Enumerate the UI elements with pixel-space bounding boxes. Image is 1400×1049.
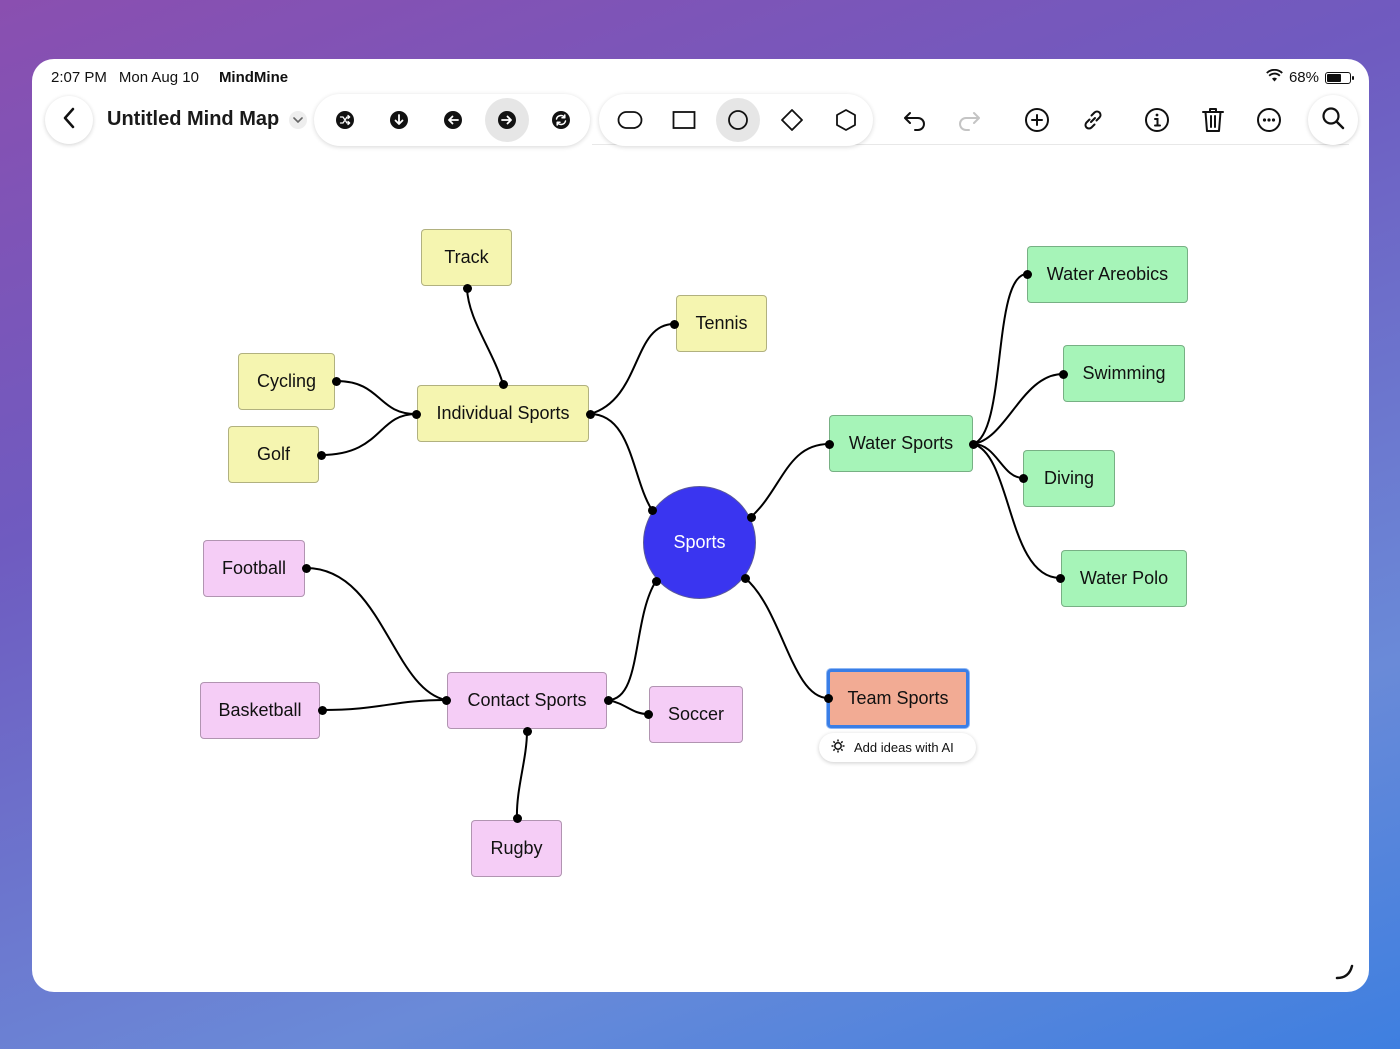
document-title-menu[interactable]: Untitled Mind Map: [107, 108, 308, 131]
edge-water-swimming: [972, 373, 1064, 445]
info-icon[interactable]: [1135, 98, 1179, 142]
edge-water-areobics: [972, 273, 1028, 445]
app-window: Track Tennis Cycling Golf Individual Spo…: [32, 59, 1369, 992]
back-button[interactable]: [45, 96, 93, 144]
connector-dot[interactable]: [823, 693, 833, 703]
undo-icon[interactable]: [893, 98, 937, 142]
node-basketball[interactable]: Basketball: [200, 682, 320, 739]
hexagon-shape-icon[interactable]: [824, 98, 868, 142]
node-water-areobics[interactable]: Water Areobics: [1027, 246, 1188, 303]
connector-dot[interactable]: [441, 695, 451, 705]
connector-dot[interactable]: [498, 379, 508, 389]
connector-dot[interactable]: [1018, 473, 1028, 483]
node-football[interactable]: Football: [203, 540, 305, 597]
status-date: Mon Aug 10: [118, 69, 199, 86]
edge-contact-basketball: [321, 699, 447, 711]
more-icon[interactable]: [1247, 98, 1291, 142]
diamond-shape-icon[interactable]: [770, 98, 814, 142]
battery-fill: [1327, 73, 1342, 82]
add-ideas-ai-label: Add ideas with AI: [854, 740, 954, 755]
rounded-rect-shape-icon[interactable]: [608, 98, 652, 142]
connector-dot[interactable]: [462, 283, 472, 293]
battery-percent: 68%: [1288, 69, 1319, 86]
node-water-polo[interactable]: Water Polo: [1061, 550, 1187, 607]
edge-individual-track: [466, 287, 504, 385]
circle-shape-icon[interactable]: [716, 98, 760, 142]
history-group: [893, 98, 991, 142]
connector-dot[interactable]: [316, 450, 326, 460]
edge-contact-rugby: [515, 730, 528, 819]
chevron-left-icon: [62, 107, 76, 134]
chevron-down-icon[interactable]: [289, 110, 308, 129]
refresh-icon[interactable]: [539, 98, 583, 142]
link-icon[interactable]: [1071, 98, 1115, 142]
connector-dot[interactable]: [1058, 369, 1068, 379]
search-button[interactable]: [1308, 95, 1358, 145]
status-app-name: MindMine: [218, 69, 289, 86]
edge-contact-football: [305, 567, 447, 701]
layout-direction-group: [314, 94, 590, 146]
node-golf[interactable]: Golf: [228, 426, 319, 483]
edge-sports-contact: [607, 580, 657, 701]
add-icon[interactable]: [1015, 98, 1059, 142]
edge-sports-individual: [589, 413, 653, 511]
node-cycling[interactable]: Cycling: [238, 353, 335, 410]
connector-dot[interactable]: [331, 376, 341, 386]
node-shape-group: [599, 94, 873, 146]
arrow-down-icon[interactable]: [377, 98, 421, 142]
document-title[interactable]: Untitled Mind Map: [107, 108, 279, 131]
action-group: [1015, 98, 1291, 142]
connector-dot[interactable]: [746, 512, 756, 522]
node-soccer[interactable]: Soccer: [649, 686, 743, 743]
battery-icon: [1325, 71, 1354, 84]
status-bar: 2:07 PM Mon Aug 10 MindMine 68%: [32, 59, 1369, 95]
node-swimming[interactable]: Swimming: [1063, 345, 1185, 402]
connector-dot[interactable]: [512, 813, 522, 823]
connector-dot[interactable]: [647, 505, 657, 515]
connector-dot[interactable]: [643, 709, 653, 719]
connector-dot[interactable]: [669, 319, 679, 329]
edge-sports-water: [750, 443, 830, 518]
trash-icon[interactable]: [1191, 98, 1235, 142]
connector-dot[interactable]: [968, 439, 978, 449]
rectangle-shape-icon[interactable]: [662, 98, 706, 142]
redo-icon[interactable]: [947, 98, 991, 142]
sparkle-gear-icon: [830, 738, 846, 757]
arrow-left-icon[interactable]: [431, 98, 475, 142]
node-tennis[interactable]: Tennis: [676, 295, 767, 352]
connector-dot[interactable]: [522, 726, 532, 736]
node-team-sports[interactable]: Team Sports: [827, 669, 969, 728]
connector-dot[interactable]: [1055, 573, 1065, 583]
node-water-sports[interactable]: Water Sports: [829, 415, 973, 472]
connector-dot[interactable]: [1022, 269, 1032, 279]
add-ideas-ai-button[interactable]: Add ideas with AI: [819, 733, 976, 762]
connector-dot[interactable]: [740, 573, 750, 583]
search-icon: [1321, 106, 1345, 135]
node-diving[interactable]: Diving: [1023, 450, 1115, 507]
connector-dot[interactable]: [824, 439, 834, 449]
arrow-right-icon[interactable]: [485, 98, 529, 142]
edge-sports-team: [744, 577, 829, 699]
edge-contact-soccer: [607, 699, 649, 715]
shuffle-icon[interactable]: [323, 98, 367, 142]
mind-map-canvas[interactable]: Track Tennis Cycling Golf Individual Spo…: [32, 59, 1369, 992]
edge-individual-golf: [320, 413, 417, 456]
node-track[interactable]: Track: [421, 229, 512, 286]
connector-dot[interactable]: [651, 576, 661, 586]
resize-handle-icon[interactable]: [1335, 961, 1355, 986]
connector-dot[interactable]: [317, 705, 327, 715]
connector-dot[interactable]: [301, 563, 311, 573]
wifi-icon: [1266, 68, 1283, 86]
connector-dot[interactable]: [603, 695, 613, 705]
node-contact-sports[interactable]: Contact Sports: [447, 672, 607, 729]
edge-individual-cycling: [335, 380, 417, 415]
status-time: 2:07 PM: [51, 69, 107, 86]
connector-dot[interactable]: [411, 409, 421, 419]
edge-individual-tennis: [589, 323, 675, 415]
node-rugby[interactable]: Rugby: [471, 820, 562, 877]
connector-dot[interactable]: [585, 409, 595, 419]
node-individual-sports[interactable]: Individual Sports: [417, 385, 589, 442]
